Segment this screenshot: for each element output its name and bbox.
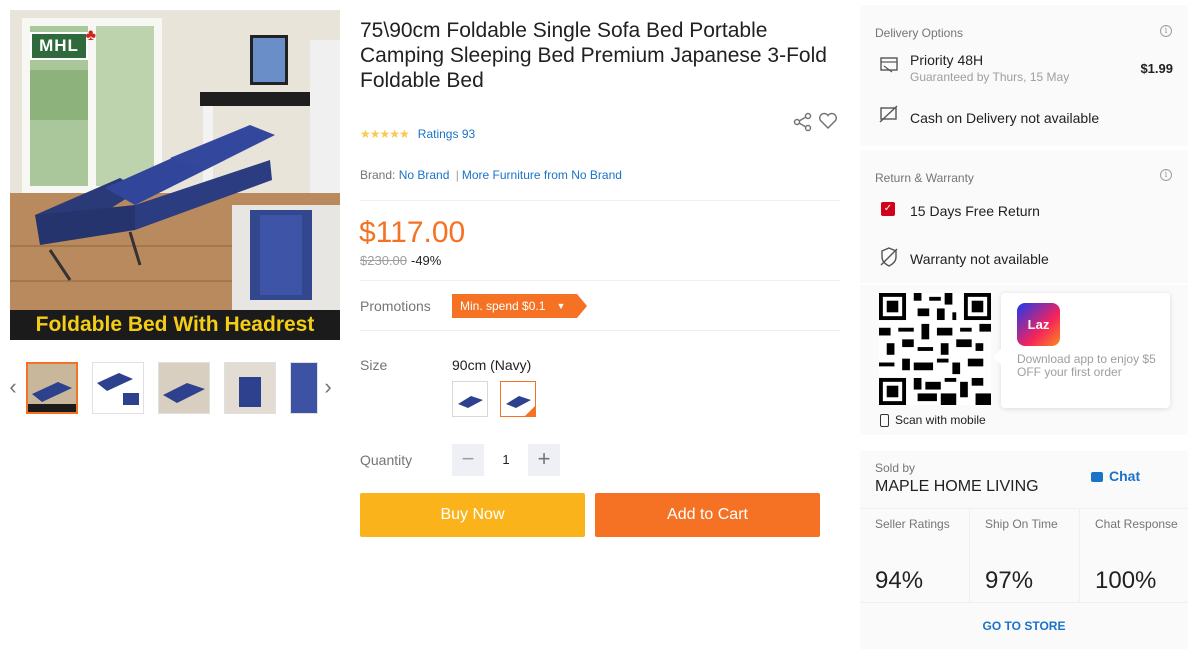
caret-down-icon: ▼ [556,301,566,311]
thumbnail[interactable] [92,362,144,414]
checkmark-icon: ✓ [881,202,895,216]
brand-logo: MHL ♣ [30,27,96,60]
seller-name[interactable]: MAPLE HOME LIVING [875,478,1039,496]
thumbnail[interactable] [224,362,276,414]
product-gallery: MHL ♣ Foldable Bed With Headrest ‹ › [9,10,340,414]
more-furniture-link[interactable]: More Furniture from No Brand [462,168,622,182]
scan-with-mobile: Scan with mobile [880,413,986,427]
promotions-label: Promotions [360,298,431,314]
cod-text: Cash on Delivery not available [910,110,1100,126]
quantity-label: Quantity [360,452,413,468]
seller-stat: Chat Response 100% [1079,508,1188,602]
stat-value: 97% [985,567,1034,594]
current-price: $117.00 [359,216,466,249]
selected-size: 90cm (Navy) [452,357,532,373]
divider [360,200,840,201]
size-option[interactable] [452,381,488,417]
sold-by-label: Sold by [875,461,916,475]
stat-label: Ship On Time [985,517,1058,531]
return-warranty-section: Return & Warranty i ✓ 15 Days Free Retur… [860,150,1188,283]
shield-off-icon [880,247,898,267]
chevron-left-icon[interactable]: ‹ [4,372,22,402]
product-title: 75\90cm Foldable Single Sofa Bed Portabl… [360,19,827,92]
share-icon[interactable] [793,112,813,132]
seller-stat: Seller Ratings 94% [860,508,969,602]
product-page: MHL ♣ Foldable Bed With Headrest ‹ › 75\… [0,0,1193,663]
qr-code-icon[interactable] [879,293,991,405]
stat-value: 94% [875,567,924,594]
stat-value: 100% [1095,567,1157,594]
app-promo-text: Download app to enjoy $5 OFF your first … [1017,352,1156,379]
delivery-options-section: Delivery Options i Priority 48H Guarante… [860,5,1188,146]
quantity-increase-button[interactable]: + [528,444,560,476]
lazada-app-icon: Laz [1017,303,1060,346]
brand-logo-text: MHL [39,36,79,55]
price-discount-row: $230.00 -49% [360,253,441,268]
cash-off-icon [879,105,898,123]
seller-section: Sold by MAPLE HOME LIVING Chat Seller Ra… [860,451,1188,649]
divider [360,330,840,331]
star-rating-icon: ★★★★★ [360,127,410,141]
stat-label: Chat Response [1095,517,1178,531]
discount-percent: -49% [411,253,442,268]
size-option-selected[interactable] [500,381,536,417]
delivery-guarantee: Guaranteed by Thurs, 15 May [910,70,1070,84]
quantity-input[interactable]: 1 [488,444,524,476]
ratings-link[interactable]: Ratings 93 [418,127,475,141]
quantity-decrease-button[interactable]: − [452,444,484,476]
phone-icon [880,413,889,427]
chat-icon [1091,472,1103,482]
add-to-cart-button[interactable]: Add to Cart [595,493,820,537]
chat-label: Chat [1109,468,1141,484]
brand-label: Brand: [360,168,396,182]
return-text: 15 Days Free Return [910,203,1040,219]
image-banner: Foldable Bed With Headrest [10,310,340,340]
scan-text: Scan with mobile [895,413,986,427]
go-to-store-button[interactable]: GO TO STORE [860,602,1188,648]
brand-link[interactable]: No Brand [399,168,450,182]
promotion-tag-text: Min. spend $0.1 [460,299,546,313]
delivery-price: $1.99 [1140,61,1173,76]
seller-stat: Ship On Time 97% [969,508,1078,602]
thumbnail-strip: ‹ › [9,360,340,414]
brand-row: Brand: No Brand | More Furniture from No … [360,168,622,182]
app-download-card[interactable]: Laz Download app to enjoy $5 OFF your fi… [993,293,1170,408]
info-icon[interactable]: i [1160,169,1172,181]
heart-icon[interactable] [818,111,838,131]
chat-button[interactable]: Chat [1091,468,1140,484]
info-icon[interactable]: i [1160,25,1172,37]
app-promo-section: Scan with mobile Laz Download app to enj… [860,285,1188,435]
thumbnail[interactable] [158,362,210,414]
stat-label: Seller Ratings [875,517,950,531]
rating-row: ★★★★★ Ratings 93 [360,127,475,141]
thumbnail[interactable] [26,362,78,414]
main-product-image[interactable]: MHL ♣ Foldable Bed With Headrest [10,10,340,340]
brand-separator: | [455,168,459,182]
chevron-right-icon[interactable]: › [319,372,337,402]
delivery-option-name: Priority 48H [910,52,984,68]
delivery-box-icon [880,57,898,73]
original-price: $230.00 [360,253,407,268]
promotion-tag[interactable]: Min. spend $0.1 ▼ [452,294,588,318]
delivery-options-title: Delivery Options [875,26,964,40]
maple-leaf-icon: ♣ [85,27,97,44]
return-warranty-title: Return & Warranty [875,171,974,185]
size-label: Size [360,357,388,373]
divider [360,280,840,281]
thumbnail[interactable] [290,362,318,414]
buy-now-button[interactable]: Buy Now [360,493,585,537]
warranty-text: Warranty not available [910,251,1049,267]
